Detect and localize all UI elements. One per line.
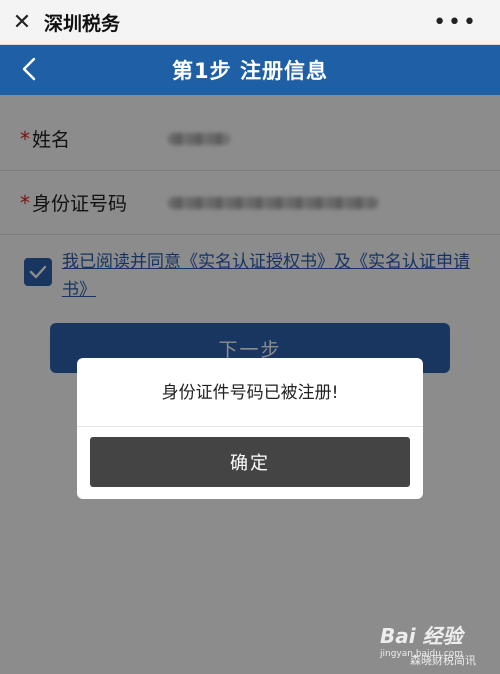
page-header: 第1步 注册信息 xyxy=(0,45,500,95)
watermark-brand: Bai 经验 xyxy=(380,624,463,648)
watermark-account: 森晓财税简讯 xyxy=(410,654,476,667)
app-top-bar: ✕ 深圳税务 ••• xyxy=(0,0,500,45)
alert-dialog: 身份证件号码已被注册! 确定 xyxy=(77,358,423,499)
close-icon[interactable]: ✕ xyxy=(0,0,44,45)
more-options-icon[interactable]: ••• xyxy=(433,10,478,35)
page-title: 第1步 注册信息 xyxy=(172,59,328,83)
confirm-button[interactable]: 确定 xyxy=(90,437,410,487)
dialog-divider xyxy=(77,426,423,427)
app-title: 深圳税务 xyxy=(44,12,121,35)
back-chevron-icon[interactable] xyxy=(18,57,42,81)
dialog-message: 身份证件号码已被注册! xyxy=(161,383,339,403)
